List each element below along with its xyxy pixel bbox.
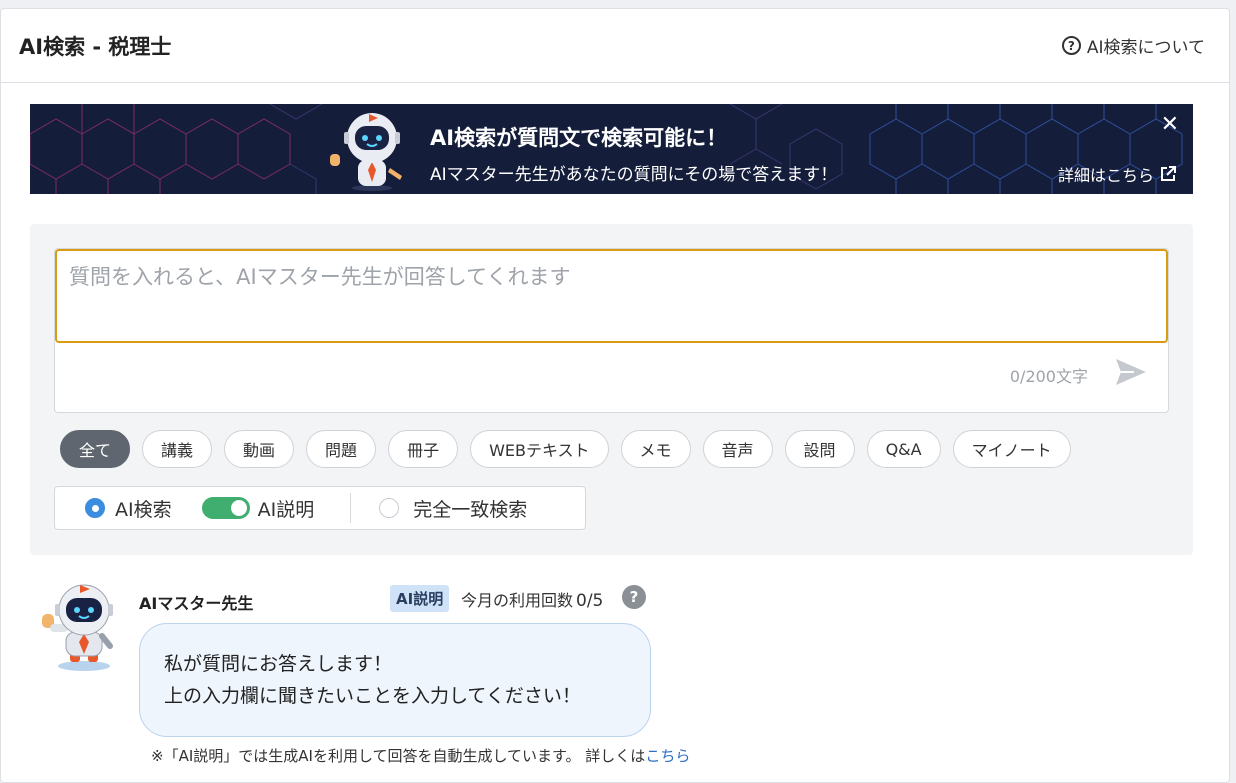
filter-chip-memo[interactable]: メモ: [620, 430, 691, 468]
external-link-icon: [1161, 166, 1176, 181]
search-mode-selector: AI検索 AI説明 完全一致検索: [54, 486, 586, 530]
banner-detail-link[interactable]: 詳細はこちら: [1058, 162, 1177, 186]
filter-chip-web-text[interactable]: WEBテキスト: [470, 430, 609, 468]
about-ai-search-label: AI検索について: [1086, 38, 1205, 58]
question-mark-icon[interactable]: ?: [622, 585, 646, 609]
page-title: AI検索 - 税理士: [19, 34, 172, 59]
search-panel: 0/200文字 全て 講義 動画 問題 冊子 WEBテキスト メモ 音声 設問 …: [30, 224, 1193, 555]
teacher-name: AIマスター先生: [139, 594, 254, 613]
help-circle-icon: ?: [1061, 36, 1081, 55]
filter-chip-question[interactable]: 設問: [784, 430, 855, 468]
answer-bubble: 私が質問にお答えします！ 上の入力欄に聞きたいことを入力してください！: [139, 623, 651, 737]
filter-chip-all[interactable]: 全て: [60, 430, 131, 468]
ai-search-label: AI検索: [115, 498, 172, 521]
filter-chip-booklet[interactable]: 冊子: [388, 430, 459, 468]
ai-explain-toggle[interactable]: [201, 497, 250, 519]
disclaimer-link[interactable]: こちら: [645, 747, 690, 765]
filter-chip-my-note[interactable]: マイノート: [952, 430, 1071, 468]
ai-explain-badge: AI説明: [390, 585, 450, 612]
filter-chip-qa[interactable]: Q&A: [866, 430, 941, 468]
page-header: AI検索 - 税理士 ? AI検索について: [1, 9, 1229, 83]
about-ai-search-link[interactable]: ? AI検索について: [1061, 33, 1205, 58]
send-icon[interactable]: [1114, 357, 1148, 387]
ai-explain-label: AI説明: [257, 498, 315, 521]
disclaimer-text: ※「AI説明」では生成AIを利用して回答を自動生成しています。 詳しくは: [151, 747, 646, 765]
banner-subtitle: AIマスター先生があなたの質問にその場で答えます！: [430, 165, 838, 185]
char-count: 0/200文字: [1009, 367, 1088, 386]
filter-chip-lecture[interactable]: 講義: [142, 430, 213, 468]
question-input-container: 0/200文字: [54, 248, 1169, 413]
filter-chip-video[interactable]: 動画: [224, 430, 295, 468]
usage-count: 0/5: [576, 591, 604, 611]
question-input[interactable]: [55, 249, 1168, 343]
filter-chip-problem[interactable]: 問題: [306, 430, 377, 468]
exact-match-radio[interactable]: [379, 498, 400, 518]
banner-title: AI検索が質問文で検索可能に！: [430, 126, 728, 150]
answer-message-line-1: 私が質問にお答えします！: [164, 653, 393, 675]
ai-search-radio[interactable]: [85, 498, 105, 518]
filter-chip-audio[interactable]: 音声: [702, 430, 773, 468]
ai-disclaimer-note: ※「AI説明」では生成AIを利用して回答を自動生成しています。 詳しくはこちら: [151, 745, 690, 766]
robot-avatar-icon: [42, 584, 113, 671]
mode-divider: [350, 493, 352, 523]
robot-mascot-icon: [330, 113, 402, 191]
filter-chip-group: 全て 講義 動画 問題 冊子 WEBテキスト メモ 音声 設問 Q&A マイノー…: [60, 430, 1071, 468]
usage-counter: 今月の利用回数 0/5: [461, 587, 603, 611]
answer-message-line-2: 上の入力欄に聞きたいことを入力してください！: [164, 685, 581, 707]
banner-detail-label: 詳細はこちら: [1057, 166, 1154, 185]
announcement-banner[interactable]: AI検索が質問文で検索可能に！ AIマスター先生があなたの質問にその場で答えます…: [30, 104, 1193, 194]
exact-match-label: 完全一致検索: [413, 498, 528, 521]
close-icon[interactable]: ✕: [1161, 112, 1179, 137]
usage-label: 今月の利用回数: [461, 591, 574, 610]
